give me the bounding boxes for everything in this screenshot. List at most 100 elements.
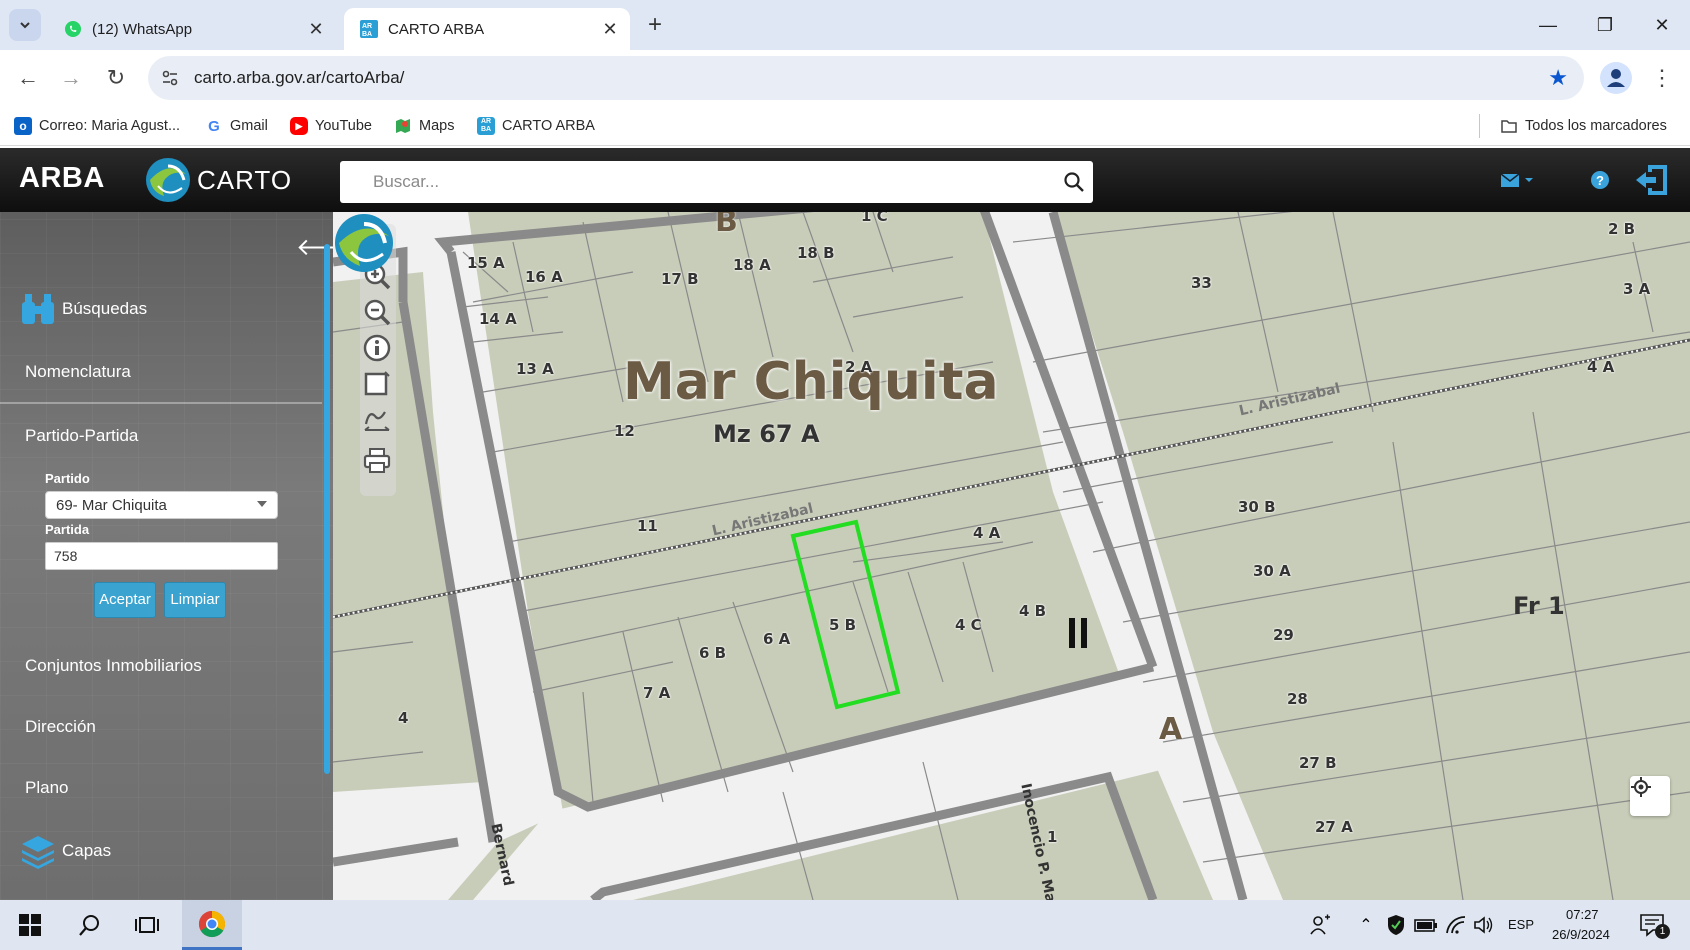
parcel-label[interactable]: 2 A	[845, 358, 872, 376]
address-bar[interactable]: carto.arba.gov.ar/cartoArba/ ★	[148, 56, 1584, 100]
parcel-label[interactable]: 29	[1273, 626, 1294, 644]
chrome-icon	[198, 910, 226, 938]
parcel-label[interactable]: 6 B	[699, 644, 726, 662]
site-settings-icon[interactable]	[160, 68, 180, 88]
selected-parcel-outline[interactable]	[790, 519, 901, 710]
parcel-label[interactable]: 14 A	[479, 310, 517, 328]
notification-count-badge: 1	[1655, 924, 1670, 939]
clock-date[interactable]: 26/9/2024	[1552, 927, 1610, 942]
parcel-label[interactable]: 28	[1287, 690, 1308, 708]
chevron-down-icon	[20, 22, 30, 29]
parcel-label[interactable]: 5 B	[829, 616, 856, 634]
info-icon[interactable]	[363, 334, 393, 366]
print-icon[interactable]	[363, 446, 393, 478]
parcel-label[interactable]: 13 A	[516, 360, 554, 378]
geolocate-button[interactable]	[1630, 776, 1670, 816]
sidebar-item-conjuntos[interactable]: Conjuntos Inmobiliarios	[25, 656, 202, 676]
clock-time[interactable]: 07:27	[1566, 907, 1599, 922]
tab-carto-arba[interactable]: AR BA CARTO ARBA ✕	[344, 8, 630, 50]
minimize-icon[interactable]: —	[1528, 8, 1568, 42]
parcel-label[interactable]: 30 A	[1253, 562, 1291, 580]
parcel-label[interactable]: 18 A	[733, 256, 771, 274]
busquedas-header[interactable]: Búsquedas	[20, 292, 147, 326]
windows-start-icon[interactable]	[14, 909, 46, 941]
capas-header[interactable]: Capas	[20, 833, 111, 869]
parcel-label[interactable]: 4 C	[955, 616, 982, 634]
parcel-label[interactable]: 1	[1047, 828, 1057, 846]
profile-avatar[interactable]	[1600, 62, 1632, 94]
restore-icon[interactable]: ❐	[1585, 8, 1625, 42]
mail-dropdown-icon[interactable]	[1500, 172, 1536, 190]
parcel-label[interactable]: 27 B	[1299, 754, 1337, 772]
close-tab-icon[interactable]: ✕	[596, 19, 624, 40]
block-letter-label: B	[715, 212, 738, 239]
tab-whatsapp[interactable]: (12) WhatsApp ✕	[48, 8, 336, 50]
volume-icon[interactable]	[1468, 909, 1500, 941]
search-icon[interactable]	[1063, 171, 1085, 193]
bookmark-maps[interactable]: Maps	[394, 115, 454, 137]
svg-text:BA: BA	[362, 31, 372, 38]
limpiar-button[interactable]: Limpiar	[164, 582, 226, 618]
notifications-icon[interactable]: 1	[1636, 909, 1670, 941]
task-view-icon[interactable]	[131, 909, 163, 941]
parcel-label[interactable]: 4 A	[1587, 358, 1614, 376]
parcel-label[interactable]: 18 B	[797, 244, 835, 262]
cadastral-map[interactable]: Mar Chiquita Mz 67 A B A Fr 1 L. Aristiz…	[333, 212, 1690, 900]
parcel-label[interactable]: 4 A	[973, 524, 1000, 542]
logout-icon[interactable]	[1634, 162, 1670, 198]
sidebar-item-nomenclatura[interactable]: Nomenclatura	[25, 362, 131, 382]
select-area-icon[interactable]	[363, 370, 393, 402]
parcel-label[interactable]: 6 A	[763, 630, 790, 648]
carto-globe-icon[interactable]	[333, 212, 395, 274]
partida-input[interactable]	[45, 542, 278, 570]
parcel-label[interactable]: 15 A	[467, 254, 505, 272]
parcel-label[interactable]: 27 A	[1315, 818, 1353, 836]
parcel-label[interactable]: 3 A	[1623, 280, 1650, 298]
close-tab-icon[interactable]: ✕	[302, 19, 330, 40]
sidebar-scrollbar[interactable]	[324, 244, 330, 774]
search-icon[interactable]	[74, 909, 106, 941]
partido-select[interactable]: 69- Mar Chiquita	[45, 491, 278, 519]
zoom-out-icon[interactable]	[363, 298, 393, 330]
parcel-label[interactable]: 2 B	[1608, 220, 1635, 238]
aceptar-button[interactable]: Aceptar	[94, 582, 156, 618]
sidebar-item-plano[interactable]: Plano	[25, 778, 68, 798]
shield-icon[interactable]	[1380, 909, 1412, 941]
taskbar-chrome-button[interactable]	[182, 900, 242, 950]
people-icon[interactable]	[1305, 909, 1337, 941]
sidebar-item-partido-partida[interactable]: Partido-Partida	[25, 426, 138, 446]
caret-down-icon	[257, 501, 267, 507]
parcel-label[interactable]: 1 C	[861, 212, 888, 225]
reload-icon[interactable]: ↻	[100, 62, 132, 94]
bookmark-star-icon[interactable]: ★	[1548, 65, 1568, 91]
chevron-up-icon[interactable]: ⌃	[1350, 909, 1382, 941]
measure-icon[interactable]	[363, 406, 393, 438]
bookmark-youtube[interactable]: ▶ YouTube	[290, 115, 372, 137]
parcel-label[interactable]: 4 B	[1019, 602, 1046, 620]
bookmark-carto-arba[interactable]: AR BA CARTO ARBA	[477, 115, 595, 137]
bookmark-outlook[interactable]: o Correo: Maria Agust...	[14, 115, 180, 137]
all-bookmarks[interactable]: Todos los marcadores	[1500, 115, 1667, 137]
parcel-label[interactable]: 12	[614, 422, 635, 440]
help-icon[interactable]: ?	[1590, 170, 1610, 190]
more-menu-icon[interactable]: ⋮	[1650, 62, 1674, 94]
bookmark-label: Maps	[419, 118, 455, 134]
parcel-label[interactable]: 16 A	[525, 268, 563, 286]
back-icon[interactable]: ←	[12, 62, 44, 94]
parcel-label[interactable]: 7 A	[643, 684, 670, 702]
tab-search-button[interactable]	[9, 9, 41, 41]
new-tab-button[interactable]: +	[640, 12, 670, 38]
language-indicator[interactable]: ESP	[1508, 917, 1534, 932]
parcel-label[interactable]: 17 B	[661, 270, 699, 288]
sidebar-divider	[0, 402, 322, 404]
close-window-icon[interactable]: ✕	[1642, 8, 1682, 42]
parcel-label[interactable]: 4	[398, 709, 408, 727]
map-search-input[interactable]	[340, 161, 1040, 203]
sidebar-item-direccion[interactable]: Dirección	[25, 717, 96, 737]
parcel-label[interactable]: 30 B	[1238, 498, 1276, 516]
battery-icon[interactable]	[1410, 909, 1442, 941]
parcel-label[interactable]: 33	[1191, 274, 1212, 292]
forward-icon[interactable]: →	[55, 62, 87, 94]
parcel-label[interactable]: 11	[637, 517, 658, 535]
bookmark-gmail[interactable]: G Gmail	[205, 115, 268, 137]
